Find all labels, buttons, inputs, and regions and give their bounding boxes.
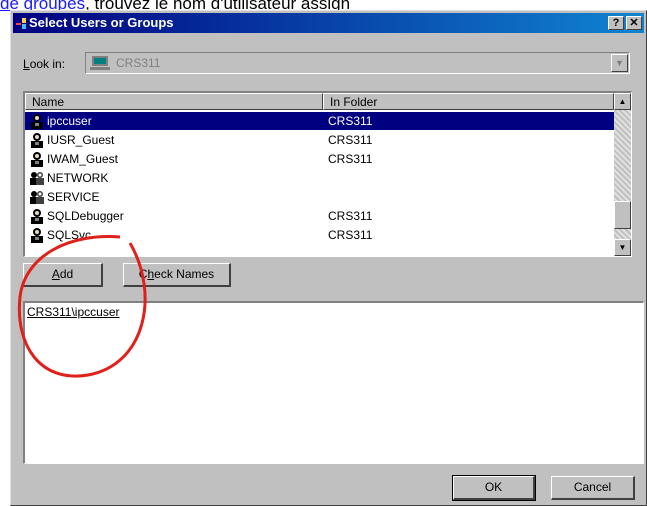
list-item-name: IWAM_Guest: [47, 152, 118, 166]
list-item[interactable]: ipccuser CRS311: [25, 112, 614, 130]
list-scrollbar[interactable]: ▲ ▼: [614, 93, 631, 256]
arrow-up-icon: ▲: [618, 97, 627, 106]
user-icon: [31, 114, 43, 129]
list-item-folder: CRS311: [328, 133, 373, 147]
scroll-down-button[interactable]: ▼: [614, 239, 631, 256]
list-item[interactable]: SQLSvc CRS311: [25, 226, 614, 244]
list-item-name: ipccuser: [47, 114, 92, 128]
list-item-folder: CRS311: [328, 114, 373, 128]
look-in-label: Look in:: [23, 57, 65, 71]
select-users-dialog: Select Users or Groups ? ✕ Look in: CRS3…: [10, 10, 647, 506]
list-item-name: NETWORK: [47, 171, 109, 185]
add-button[interactable]: Add: [23, 263, 103, 287]
selection-highlight: [25, 112, 614, 130]
list-item-name: IUSR_Guest: [47, 133, 115, 147]
ok-button[interactable]: OK: [452, 475, 536, 501]
scroll-thumb[interactable]: [614, 201, 631, 229]
user-icon: [31, 209, 43, 224]
list-item[interactable]: SERVICE: [25, 188, 614, 206]
column-header-name[interactable]: Name: [25, 93, 323, 110]
group-icon: [30, 172, 44, 185]
selected-names-field[interactable]: CRS311\ipccuser: [23, 301, 644, 464]
arrow-down-icon: ▼: [618, 243, 627, 252]
look-in-value: CRS311: [116, 56, 161, 70]
list-item-folder: CRS311: [328, 228, 373, 242]
look-in-dropdown-button[interactable]: ▼: [611, 54, 628, 72]
look-in-label-rest: ook in:: [29, 57, 66, 71]
list-item[interactable]: NETWORK: [25, 169, 614, 187]
users-list[interactable]: Name In Folder ipccuser CRS311 IUSR_Guest C…: [23, 91, 632, 257]
user-icon: [31, 228, 43, 243]
scroll-up-button[interactable]: ▲: [614, 93, 631, 110]
group-icon: [30, 191, 44, 204]
dialog-title: Select Users or Groups: [29, 15, 174, 30]
add-label-rest: dd: [59, 267, 74, 281]
list-item-folder: CRS311: [328, 152, 373, 166]
column-header-in-folder[interactable]: In Folder: [323, 93, 614, 110]
check-names-button[interactable]: Check Names: [123, 263, 231, 287]
cancel-button[interactable]: Cancel: [551, 476, 635, 500]
list-item[interactable]: SQLDebugger CRS311: [25, 207, 614, 225]
look-in-mnemonic: L: [23, 57, 30, 71]
user-icon: [31, 133, 43, 148]
list-item-folder: CRS311: [328, 209, 373, 223]
help-button[interactable]: ?: [608, 16, 624, 30]
check-names-label-rest: eck Names: [154, 267, 215, 281]
list-item-name: SERVICE: [47, 190, 100, 204]
selected-name-entry[interactable]: CRS311\ipccuser: [27, 305, 119, 319]
close-button[interactable]: ✕: [626, 16, 642, 30]
look-in-combobox[interactable]: CRS311 ▼: [85, 52, 630, 74]
title-bar[interactable]: Select Users or Groups ? ✕: [13, 13, 644, 33]
list-item[interactable]: IWAM_Guest CRS311: [25, 150, 614, 168]
list-item-name: SQLDebugger: [47, 209, 124, 223]
computer-icon: [90, 56, 110, 70]
chevron-down-icon: ▼: [615, 58, 624, 68]
user-icon: [31, 152, 43, 167]
list-item[interactable]: IUSR_Guest CRS311: [25, 131, 614, 149]
list-item-name: SQLSvc: [47, 228, 92, 242]
dialog-icon: [16, 18, 26, 29]
add-mnemonic: A: [51, 267, 60, 281]
